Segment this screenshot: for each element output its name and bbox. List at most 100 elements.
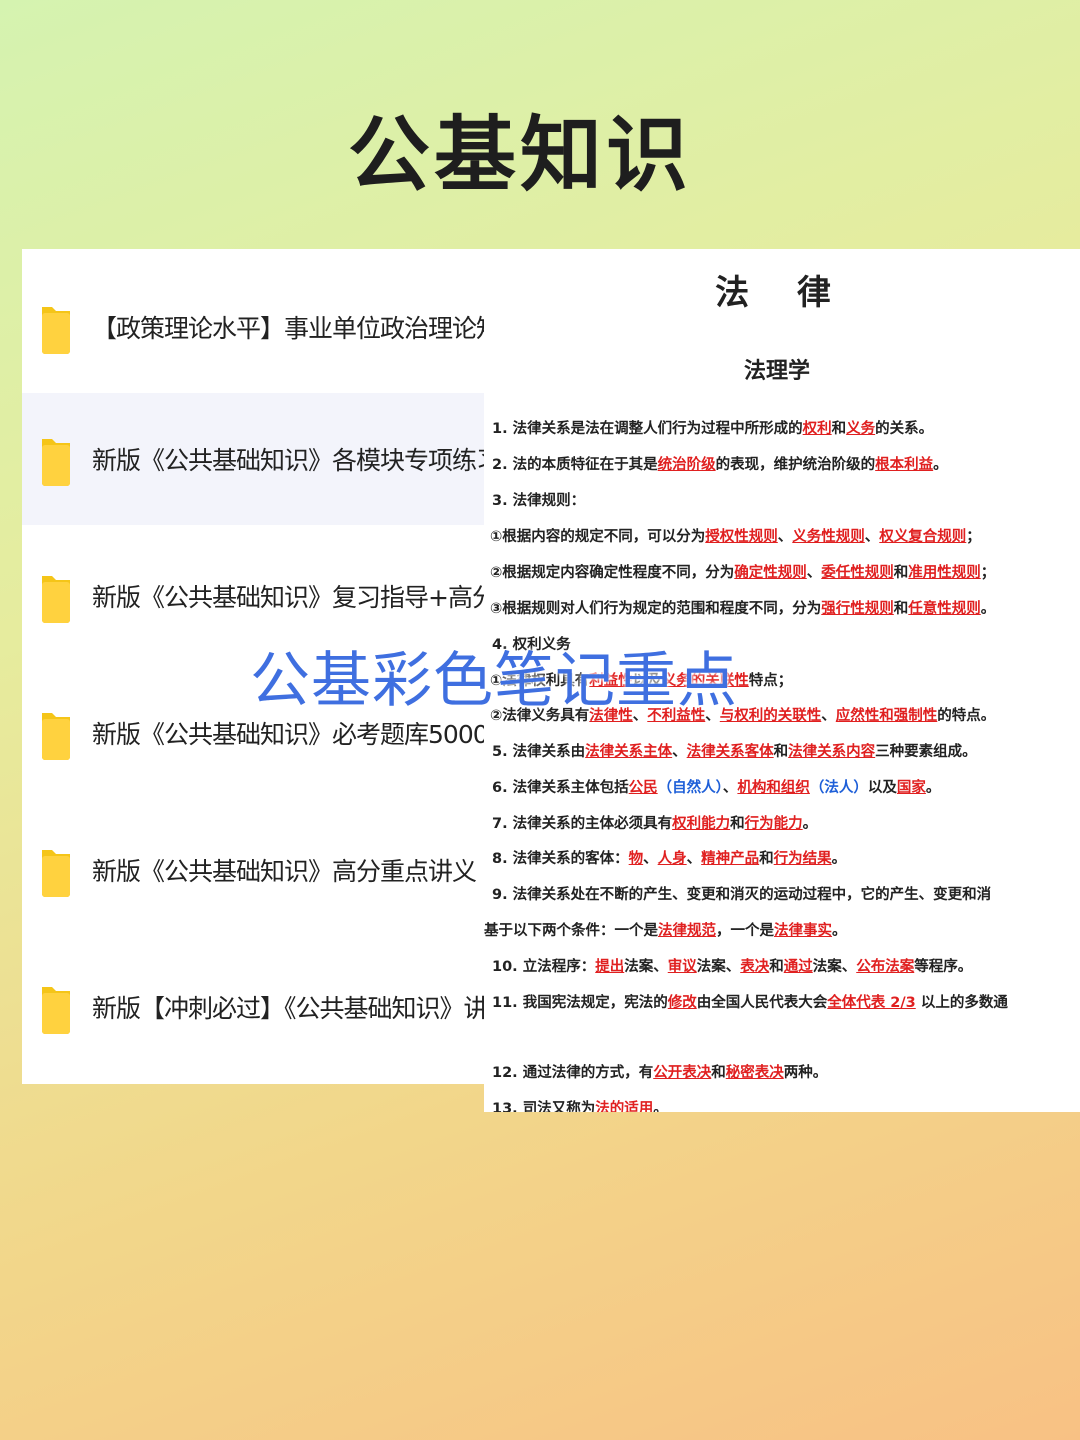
folder-icon xyxy=(40,431,72,487)
highlighted-term: 法的适用 xyxy=(595,1101,654,1112)
line-text: 以上的多数通 xyxy=(915,995,1008,1011)
line-text: （自然人） xyxy=(657,780,723,796)
folder-icon xyxy=(40,842,72,898)
line-text: 、 xyxy=(864,529,880,545)
line-text: 11. 我国宪法规定，宪法的 xyxy=(492,995,668,1011)
line-text: ③根据规则对人们行为规定的范围和程度不同，分为 xyxy=(490,601,822,617)
highlighted-term: 统治阶级 xyxy=(657,457,716,473)
highlighted-term: 公民 xyxy=(628,780,658,796)
line-text: 的特点。 xyxy=(937,708,996,724)
line-text: 8. 法律关系的客体： xyxy=(492,851,629,867)
line-text: 。 xyxy=(925,780,941,796)
highlighted-term: 表决 xyxy=(740,959,770,975)
highlighted-term: 义务 xyxy=(846,421,876,437)
folder-item[interactable]: 新版《公共基础知识》各模块专项练习 xyxy=(22,393,484,525)
folder-item[interactable]: 新版【冲刺必过】《公共基础知识》讲义+试题+解析一 xyxy=(22,941,484,1073)
line-text: 三种要素组成。 xyxy=(875,744,977,760)
line-text: 和 xyxy=(730,816,745,832)
document-line: ②根据规定内容确定性程度不同，分为确定性规则、委任性规则和准用性规则； xyxy=(490,561,995,582)
line-text: 法案、 xyxy=(696,959,741,975)
folder-item[interactable]: 新版《公共基础知识》高分重点讲义 xyxy=(22,804,484,936)
line-text: 。 xyxy=(802,816,818,832)
line-text: 和 xyxy=(769,959,784,975)
folder-icon xyxy=(40,979,72,1035)
line-text: 的表现，维护统治阶级的 xyxy=(715,457,876,473)
line-text: 特点； xyxy=(748,673,793,689)
folder-name: 新版【冲刺必过】《公共基础知识》讲义+试题+解析一 xyxy=(92,994,484,1023)
highlighted-term: 委任性规则 xyxy=(821,565,894,581)
document-line: 13. 司法又称为法的适用。 xyxy=(492,1097,668,1112)
highlighted-term: 精神产品 xyxy=(701,851,760,867)
line-text: 、 xyxy=(821,708,836,724)
highlighted-term: 法律关系主体 xyxy=(585,744,673,760)
document-line: 基于以下两个条件：一个是法律规范，一个是法律事实。 xyxy=(484,919,847,940)
highlighted-term: 修改 xyxy=(667,995,697,1011)
highlighted-term: 通过 xyxy=(783,959,813,975)
highlighted-term: 全体代表 2/3 xyxy=(827,995,916,1011)
document-line: 10. 立法程序：提出法案、审议法案、表决和通过法案、公布法案等程序。 xyxy=(492,955,972,976)
line-text: 由全国人民代表大会 xyxy=(696,995,828,1011)
line-text: 等程序。 xyxy=(914,959,973,975)
line-text: 10. 立法程序： xyxy=(492,959,596,975)
line-text: 2. 法的本质特征在于其是 xyxy=(492,457,658,473)
line-text: ①根据内容的规定不同，可以分为 xyxy=(490,529,706,545)
document-line: 3. 法律规则： xyxy=(492,489,585,510)
highlighted-term: 强行性规则 xyxy=(821,601,894,617)
document-title: 法 律 xyxy=(715,273,849,313)
folder-icon xyxy=(40,299,72,355)
highlighted-term: 法律事实 xyxy=(774,923,832,939)
document-line: 2. 法的本质特征在于其是统治阶级的表现，维护统治阶级的根本利益。 xyxy=(492,453,948,474)
highlighted-term: 法律关系内容 xyxy=(788,744,876,760)
line-text: 、 xyxy=(806,565,822,581)
line-text: 以及 xyxy=(867,780,897,796)
highlighted-term: 提出 xyxy=(595,959,625,975)
line-text: 、 xyxy=(672,744,687,760)
line-text: 和 xyxy=(773,744,789,760)
document-subtitle: 法理学 xyxy=(743,359,810,384)
highlighted-term: 任意性规则 xyxy=(908,601,981,617)
line-text: 基于以下两个条件：一个是 xyxy=(484,923,658,939)
line-text: 12. 通过法律的方式，有 xyxy=(492,1065,654,1081)
folder-item[interactable]: 【政策理论水平】事业单位政治理论知识点+题库 xyxy=(22,261,484,393)
highlighted-term: 确定性规则 xyxy=(734,565,807,581)
line-text: 、 xyxy=(643,851,658,867)
folder-name: 新版《公共基础知识》各模块专项练习 xyxy=(92,446,484,475)
highlighted-term: 物 xyxy=(628,851,644,867)
highlighted-term: 公开表决 xyxy=(653,1065,712,1081)
line-text: 。 xyxy=(933,457,948,473)
line-text: （法人） xyxy=(809,780,868,796)
highlighted-term: 授权性规则 xyxy=(705,529,778,545)
folder-name: 新版《公共基础知识》高分重点讲义 xyxy=(92,857,477,886)
line-text: 。 xyxy=(980,601,996,617)
folder-icon xyxy=(40,705,72,761)
document-line: 1. 法律关系是法在调整人们行为过程中所形成的权利和义务的关系。 xyxy=(492,417,933,438)
highlighted-term: 秘密表决 xyxy=(725,1065,784,1081)
document-line: 6. 法律关系主体包括公民（自然人）、机构和组织（法人）以及国家。 xyxy=(492,776,940,797)
highlighted-term: 义务性规则 xyxy=(792,529,865,545)
line-text: 和 xyxy=(711,1065,726,1081)
line-text: 两种。 xyxy=(783,1065,828,1081)
folder-name: 新版《公共基础知识》复习指导+高分笔记+高频考点 xyxy=(92,583,484,612)
highlighted-term: 国家 xyxy=(896,780,926,796)
page-title: 公基知识 xyxy=(347,107,692,203)
line-text: 。 xyxy=(653,1101,668,1112)
line-text: ②根据规定内容确定性程度不同，分为 xyxy=(490,565,735,581)
line-text: 和 xyxy=(893,601,909,617)
line-text: 6. 法律关系主体包括 xyxy=(492,780,629,796)
line-text: 7. 法律关系的主体必须具有 xyxy=(492,816,673,832)
highlighted-term: 法律关系客体 xyxy=(686,744,774,760)
highlighted-term: 应然性和强制性 xyxy=(835,708,938,724)
line-text: 。 xyxy=(831,851,847,867)
highlighted-term: 人身 xyxy=(657,851,687,867)
highlighted-term: 公布法案 xyxy=(856,959,915,975)
document-line: 5. 法律关系由法律关系主体、法律关系客体和法律关系内容三种要素组成。 xyxy=(492,740,977,761)
line-text: 和 xyxy=(759,851,774,867)
line-text: ，一个是 xyxy=(716,923,774,939)
folder-name: 新版《公共基础知识》必考题库5000道及解答 xyxy=(92,720,484,749)
document-line: 12. 通过法律的方式，有公开表决和秘密表决两种。 xyxy=(492,1061,827,1082)
line-text: ； xyxy=(966,529,981,545)
line-text: 法案、 xyxy=(624,959,668,975)
line-text: 和 xyxy=(893,565,909,581)
highlighted-term: 行为结果 xyxy=(773,851,832,867)
line-text: 、 xyxy=(722,780,738,796)
